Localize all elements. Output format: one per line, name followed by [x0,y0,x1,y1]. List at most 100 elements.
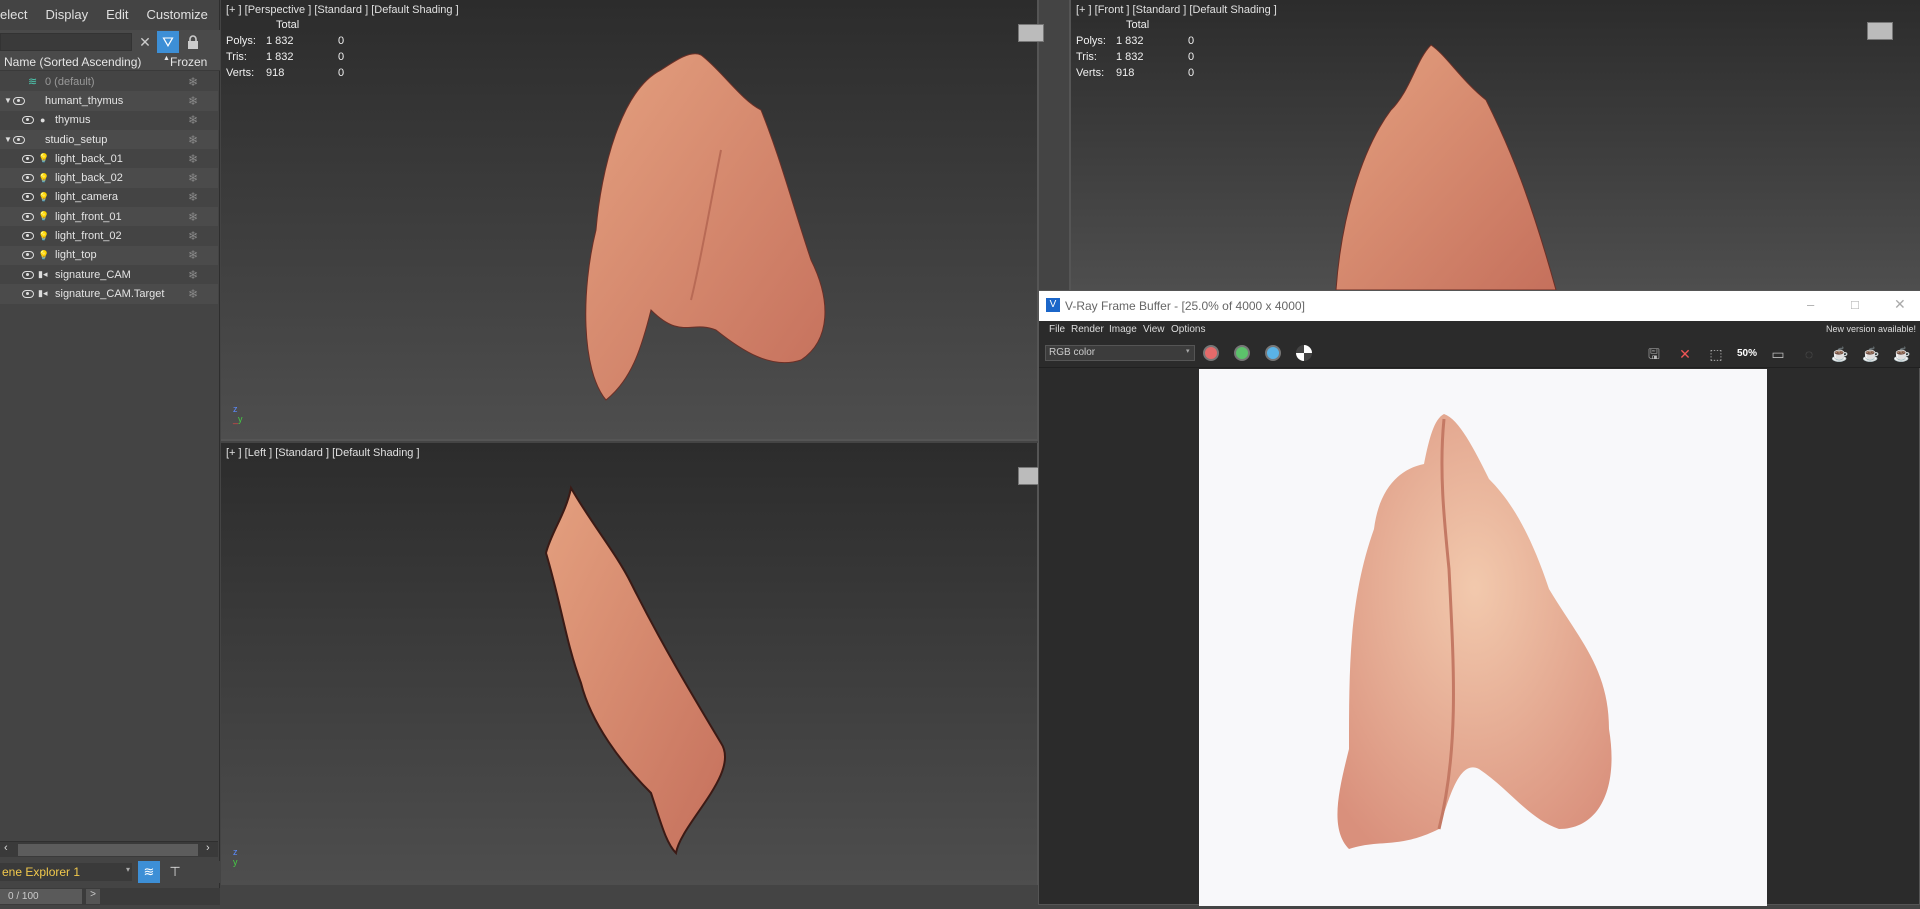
visibility-eye-icon[interactable] [22,270,34,279]
visibility-eye-icon[interactable] [13,96,25,105]
freeze-snowflake-icon[interactable]: ❄ [188,113,198,127]
visibility-eye-icon[interactable] [22,289,34,298]
horizontal-scrollbar[interactable]: ‹ › [0,841,218,857]
menu-file[interactable]: File [1049,324,1065,335]
menu-customize[interactable]: Customize [147,7,208,31]
close-icon[interactable]: ✕ [1894,296,1906,313]
hierarchy-icon[interactable]: ⊤ [164,861,186,883]
item-label: studio_setup [45,133,108,146]
light-icon: 💡 [38,153,50,164]
zoom-level[interactable]: 50% [1736,343,1758,365]
scrollbar-thumb[interactable] [18,844,198,856]
viewport-divider[interactable] [1069,0,1071,290]
menu-select[interactable]: elect [0,7,27,31]
freeze-snowflake-icon[interactable]: ❄ [188,94,198,108]
visibility-eye-icon[interactable] [22,232,34,241]
layers-icon: ≋ [28,76,38,89]
render-image[interactable] [1199,369,1767,906]
visibility-eye-icon[interactable] [13,135,25,144]
red-channel-button[interactable] [1203,345,1219,361]
menu-display[interactable]: Display [45,7,88,31]
freeze-snowflake-icon[interactable]: ❄ [188,287,198,301]
viewport-perspective[interactable]: [+ ] [Perspective ] [Standard ] [Default… [221,0,1044,441]
interactive-render-icon[interactable]: ☕ [1860,343,1882,365]
window-titlebar[interactable]: V V-Ray Frame Buffer - [25.0% of 4000 x … [1039,291,1920,321]
render-last-icon[interactable]: ☕ [1891,343,1913,365]
menu-view[interactable]: View [1143,324,1165,335]
visibility-eye-icon[interactable] [22,193,34,202]
camera-icon: ▮◂ [38,269,48,280]
list-item[interactable]: 💡 light_top ❄ [0,245,218,265]
column-name[interactable]: Name (Sorted Ascending) [4,55,141,69]
thymus-mesh-front [1335,44,1557,290]
explorer-name-dropdown[interactable]: ene Explorer 1 [0,863,132,881]
vfb-toolbar: RGB color ▾ 🖫 ✕ ⬚ 50% ▭ ◌ ☕ ☕ ☕ [1039,338,1920,368]
lock-icon[interactable] [182,31,204,53]
list-item[interactable]: ≋ 0 (default) ❄ [0,72,218,92]
viewport-front[interactable]: [+ ] [Front ] [Standard ] [Default Shadi… [1071,0,1920,290]
render-teapot-icon[interactable]: ☕ [1829,343,1851,365]
freeze-snowflake-icon[interactable]: ❄ [188,229,198,243]
save-icon[interactable]: 🖫 [1643,343,1665,365]
list-item[interactable]: ▮◂ signature_CAM ❄ [0,264,218,285]
stop-render-icon[interactable]: ◌ [1798,343,1820,365]
list-item[interactable]: ▼ humant_thymus ❄ [0,91,218,111]
freeze-snowflake-icon[interactable]: ❄ [188,190,198,204]
viewport-left[interactable]: [+ ] [Left ] [Standard ] [Default Shadin… [221,443,1044,889]
item-label: light_back_02 [55,172,123,185]
visibility-eye-icon[interactable] [22,212,34,221]
item-label: light_camera [55,191,118,204]
list-item[interactable]: 💡 light_front_01 ❄ [0,207,218,227]
list-item[interactable]: 💡 light_back_01 ❄ [0,149,218,169]
search-input[interactable] [0,33,132,51]
minimize-icon[interactable]: – [1807,297,1814,312]
chevron-down-icon[interactable]: ▾ [1186,347,1190,355]
menu-image[interactable]: Image [1109,324,1137,335]
channel-select[interactable]: RGB color [1045,345,1195,361]
region-render-icon[interactable]: ⬚ [1705,343,1727,365]
vray-frame-buffer-window: V V-Ray Frame Buffer - [25.0% of 4000 x … [1038,290,1920,906]
blue-channel-button[interactable] [1265,345,1281,361]
item-label: light_top [55,249,97,262]
maximize-icon[interactable]: □ [1851,297,1859,312]
freeze-snowflake-icon[interactable]: ❄ [188,133,198,147]
alpha-channel-button[interactable] [1296,345,1312,361]
track-mouse-icon[interactable]: ▭ [1767,343,1789,365]
clear-search-icon[interactable]: ✕ [134,31,156,53]
freeze-snowflake-icon[interactable]: ❄ [188,152,198,166]
expand-triangle-icon[interactable]: ▼ [4,135,12,144]
window-title: V-Ray Frame Buffer - [25.0% of 4000 x 40… [1065,299,1305,313]
visibility-eye-icon[interactable] [22,174,34,183]
freeze-snowflake-icon[interactable]: ❄ [188,268,198,282]
scroll-right-icon[interactable]: › [206,842,210,854]
list-item[interactable]: 💡 light_camera ❄ [0,187,218,208]
chevron-down-icon[interactable]: ▾ [126,865,130,874]
layer-explorer-icon[interactable]: ≋ [138,861,160,883]
list-item[interactable]: ● thymus ❄ [0,110,218,130]
menu-edit[interactable]: Edit [106,7,128,31]
scroll-left-icon[interactable]: ‹ [4,842,8,854]
clear-image-icon[interactable]: ✕ [1674,343,1696,365]
menu-render[interactable]: Render [1071,324,1104,335]
list-item[interactable]: 💡 light_front_02 ❄ [0,226,218,246]
list-item[interactable]: ▼ studio_setup ❄ [0,129,218,150]
visibility-eye-icon[interactable] [22,116,34,125]
freeze-snowflake-icon[interactable]: ❄ [188,210,198,224]
green-channel-button[interactable] [1234,345,1250,361]
freeze-snowflake-icon[interactable]: ❄ [188,75,198,89]
visibility-eye-icon[interactable] [22,154,34,163]
expand-triangle-icon[interactable]: ▼ [4,96,12,105]
column-frozen[interactable]: Frozen [170,55,207,69]
light-icon: 💡 [38,230,50,241]
menu-options[interactable]: Options [1171,324,1205,335]
visibility-eye-icon[interactable] [22,251,34,260]
filter-icon[interactable]: ⛛ [157,31,179,53]
new-version-link[interactable]: New version available! [1826,324,1916,334]
list-item[interactable]: 💡 light_back_02 ❄ [0,168,218,188]
list-item[interactable]: ▮◂ signature_CAM.Target ❄ [0,284,218,304]
explorer-list: ≋ 0 (default) ❄ ▼ humant_thymus ❄ ● thymus ❄ ▼ stu… [0,72,218,304]
freeze-snowflake-icon[interactable]: ❄ [188,171,198,185]
freeze-snowflake-icon[interactable]: ❄ [188,248,198,262]
time-slider[interactable]: 0 / 100 [0,889,82,904]
next-frame-button[interactable]: > [86,889,100,904]
